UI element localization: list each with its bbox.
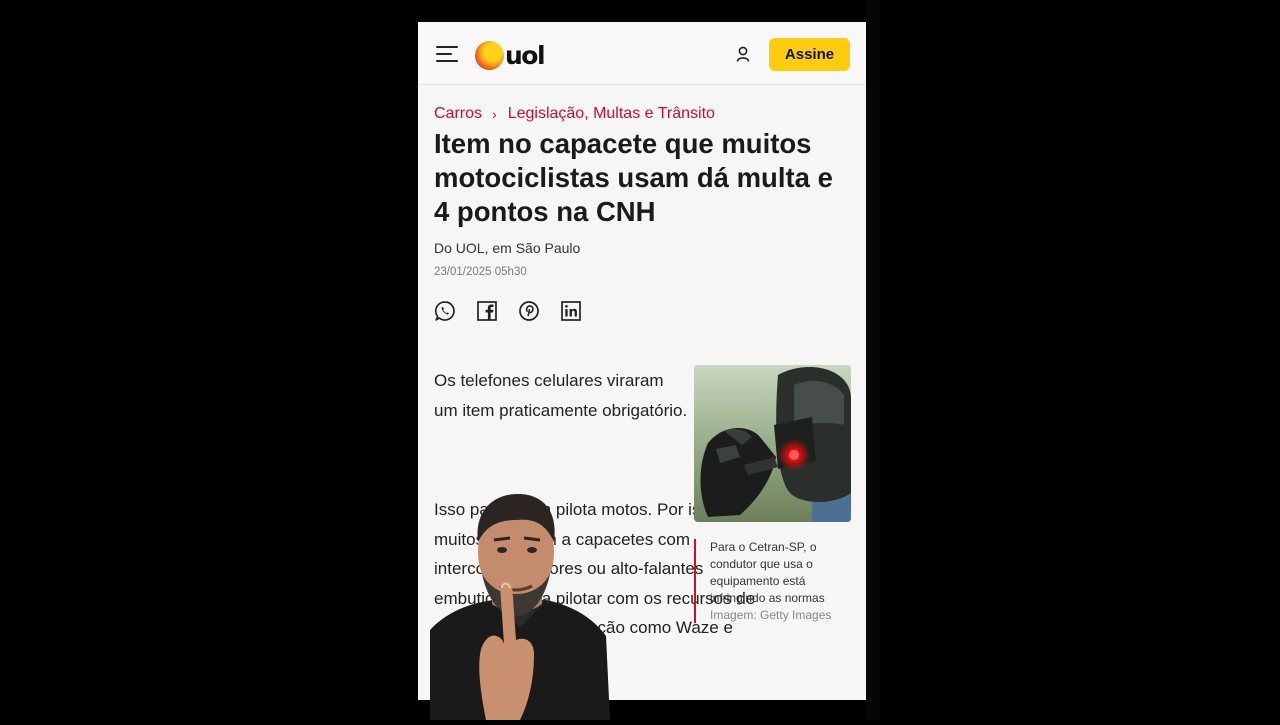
presenter-video-overlay — [430, 490, 610, 720]
user-icon[interactable] — [736, 46, 750, 62]
article-byline: Do UOL, em São Paulo — [434, 240, 581, 256]
photo-caption: Para o Cetran-SP, o condutor que usa o e… — [694, 539, 852, 623]
caption-text: Para o Cetran-SP, o condutor que usa o e… — [710, 540, 825, 605]
video-frame-edge — [866, 0, 880, 720]
share-buttons — [434, 300, 582, 322]
breadcrumb: Carros › Legislação, Multas e Trânsito — [434, 105, 715, 123]
breadcrumb-subsection-link[interactable]: Legislação, Multas e Trânsito — [508, 105, 715, 123]
uol-sun-icon — [475, 40, 504, 70]
facebook-icon[interactable] — [476, 300, 498, 322]
linkedin-icon[interactable] — [560, 300, 582, 322]
chevron-right-icon: › — [492, 106, 497, 122]
article-headline: Item no capacete que muitos motociclista… — [434, 128, 833, 227]
article-paragraph: Os telefones celulares viraram um item p… — [434, 371, 688, 420]
uol-logo[interactable]: uol — [475, 40, 546, 70]
top-navigation-bar: uol Assine — [418, 22, 866, 85]
article-date: 23/01/2025 05h30 — [434, 266, 527, 278]
hamburger-menu-icon[interactable] — [436, 46, 458, 64]
uol-logo-text: uol — [505, 40, 546, 70]
article-photo[interactable] — [694, 365, 851, 522]
breadcrumb-section-link[interactable]: Carros — [434, 105, 482, 123]
caption-credit: Imagem: Getty Images — [710, 608, 832, 622]
whatsapp-icon[interactable] — [434, 300, 456, 322]
subscribe-button[interactable]: Assine — [769, 38, 850, 71]
pinterest-icon[interactable] — [518, 300, 540, 322]
